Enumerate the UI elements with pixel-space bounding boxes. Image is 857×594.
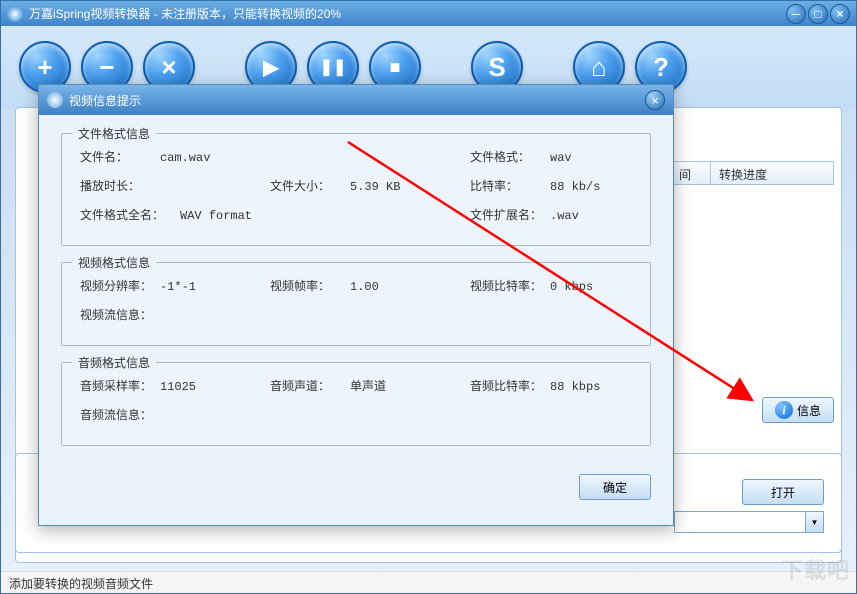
ok-button-label: 确定	[603, 479, 627, 496]
dialog-title: 视频信息提示	[69, 92, 645, 109]
dialog-icon	[47, 92, 63, 108]
resolution-label: 视频分辨率：	[80, 277, 160, 294]
filename-label: 文件名：	[80, 148, 160, 165]
filename-value: cam.wav	[160, 151, 210, 165]
combo-value	[675, 512, 805, 532]
status-text: 添加要转换的视频音频文件	[9, 577, 153, 591]
dialog-close-button[interactable]: ×	[645, 90, 665, 110]
ext-label: 文件扩展名：	[470, 206, 550, 223]
minimize-button[interactable]: ─	[786, 4, 806, 24]
table-header: 间 转换进度	[670, 161, 834, 185]
open-button[interactable]: 打开	[742, 479, 824, 505]
ext-value: .wav	[550, 209, 579, 223]
close-button[interactable]: ×	[830, 4, 850, 24]
format-label: 文件格式：	[470, 148, 550, 165]
window-title: 万嘉iSpring视频转换器 - 未注册版本，只能转换视频的20%	[29, 5, 786, 22]
resolution-value: -1*-1	[160, 280, 196, 294]
filesize-label: 文件大小：	[270, 177, 350, 194]
format-full-label: 文件格式全名：	[80, 206, 180, 223]
bitrate-value: 88 kb/s	[550, 180, 600, 194]
col-time[interactable]: 间	[671, 162, 711, 184]
format-full-value: WAV format	[180, 209, 252, 223]
channels-value: 单声道	[350, 377, 386, 394]
video-format-section: 视频格式信息 视频分辨率：-1*-1 视频帧率：1.00 视频比特率：0 kbp…	[61, 262, 651, 346]
vstream-label: 视频流信息：	[80, 306, 160, 323]
vbitrate-label: 视频比特率：	[470, 277, 550, 294]
file-section-legend: 文件格式信息	[72, 125, 156, 142]
main-titlebar: 万嘉iSpring视频转换器 - 未注册版本，只能转换视频的20% ─ □ ×	[1, 1, 856, 26]
astream-label: 音频流信息：	[80, 406, 160, 423]
open-button-label: 打开	[771, 484, 795, 501]
status-bar: 添加要转换的视频音频文件	[1, 571, 856, 593]
channels-label: 音频声道：	[270, 377, 350, 394]
video-section-legend: 视频格式信息	[72, 254, 156, 271]
maximize-button[interactable]: □	[808, 4, 828, 24]
video-info-dialog: 视频信息提示 × 文件格式信息 文件名：cam.wav 文件格式：wav 播放时…	[38, 84, 674, 526]
info-button-label: 信息	[797, 402, 821, 419]
vbitrate-value: 0 kbps	[550, 280, 593, 294]
file-format-section: 文件格式信息 文件名：cam.wav 文件格式：wav 播放时长： 文件大小：5…	[61, 133, 651, 246]
fps-value: 1.00	[350, 280, 379, 294]
samplerate-value: 11025	[160, 380, 196, 394]
audio-format-section: 音频格式信息 音频采样率：11025 音频声道：单声道 音频比特率：88 kbp…	[61, 362, 651, 446]
app-icon	[7, 6, 23, 22]
bitrate-label: 比特率：	[470, 177, 550, 194]
fps-label: 视频帧率：	[270, 277, 350, 294]
info-icon: i	[775, 401, 793, 419]
format-value: wav	[550, 151, 572, 165]
format-combo[interactable]: ▼	[674, 511, 824, 533]
ok-button[interactable]: 确定	[579, 474, 651, 500]
dialog-titlebar[interactable]: 视频信息提示 ×	[39, 85, 673, 115]
duration-label: 播放时长：	[80, 177, 160, 194]
chevron-down-icon[interactable]: ▼	[805, 512, 823, 532]
abitrate-value: 88 kbps	[550, 380, 600, 394]
info-button[interactable]: i 信息	[762, 397, 834, 423]
col-progress[interactable]: 转换进度	[711, 162, 833, 184]
audio-section-legend: 音频格式信息	[72, 354, 156, 371]
abitrate-label: 音频比特率：	[470, 377, 550, 394]
watermark: 下载吧	[781, 553, 850, 585]
samplerate-label: 音频采样率：	[80, 377, 160, 394]
filesize-value: 5.39 KB	[350, 180, 400, 194]
